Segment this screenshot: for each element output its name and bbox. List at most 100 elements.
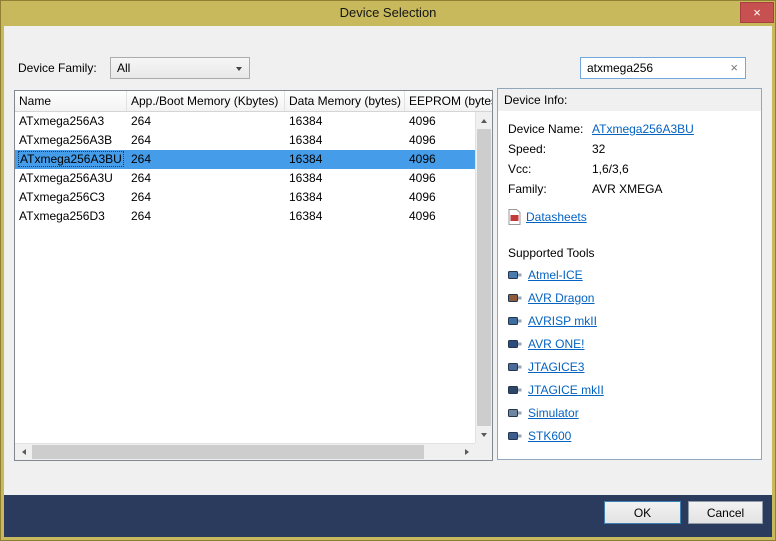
device-selection-dialog: Device Selection × Device Family: All × … <box>0 0 776 541</box>
table-row[interactable]: ATxmega256A3264163844096 <box>15 112 475 131</box>
tool-item[interactable]: AVR Dragon <box>508 286 761 309</box>
table-cell: ATxmega256A3 <box>15 112 127 131</box>
device-info-header: Device Info: <box>498 89 761 111</box>
scroll-left-arrow[interactable] <box>15 444 32 460</box>
column-header-eeprom[interactable]: EEPROM (bytes) <box>405 91 492 111</box>
supported-tools-title: Supported Tools <box>508 243 761 263</box>
tool-link[interactable]: Atmel-ICE <box>528 268 583 282</box>
table-cell: 16384 <box>285 188 405 207</box>
device-info-panel: Device Info: Device Name: ATxmega256A3BU… <box>497 88 762 460</box>
table-cell: ATxmega256C3 <box>15 188 127 207</box>
triangle-down-icon <box>481 433 487 437</box>
datasheets-row[interactable]: Datasheets <box>508 207 761 227</box>
table-cell: 264 <box>127 131 285 150</box>
horizontal-scrollbar[interactable] <box>15 443 475 460</box>
close-button[interactable]: × <box>740 2 774 23</box>
chevron-down-icon <box>236 67 242 71</box>
table-cell: 264 <box>127 112 285 131</box>
search-clear-icon[interactable]: × <box>730 58 738 78</box>
dialog-body: Device Family: All × Name App./Boot Memo… <box>4 26 772 537</box>
speed-value: 32 <box>592 139 605 159</box>
pdf-icon <box>508 209 521 225</box>
jtagice3-icon <box>508 361 522 372</box>
device-table: Name App./Boot Memory (Kbytes) Data Memo… <box>14 90 493 461</box>
tool-link[interactable]: AVR ONE! <box>528 337 584 351</box>
triangle-up-icon <box>481 119 487 123</box>
triangle-left-icon <box>22 449 26 455</box>
table-cell: 4096 <box>405 131 475 150</box>
table-cell: ATxmega256A3BU <box>15 150 127 169</box>
vertical-scrollbar[interactable] <box>475 112 492 443</box>
stk600-icon <box>508 430 522 441</box>
column-header-name[interactable]: Name <box>15 91 127 111</box>
search-input[interactable] <box>581 58 745 78</box>
table-row[interactable]: ATxmega256D3264163844096 <box>15 207 475 226</box>
scroll-up-arrow[interactable] <box>476 112 492 129</box>
horizontal-scroll-thumb[interactable] <box>32 445 424 459</box>
family-label: Family: <box>508 179 592 199</box>
tool-link[interactable]: AVR Dragon <box>528 291 594 305</box>
simulator-icon <box>508 407 522 418</box>
table-cell: 4096 <box>405 112 475 131</box>
tool-item[interactable]: AVR ONE! <box>508 332 761 355</box>
ok-button[interactable]: OK <box>604 501 681 524</box>
titlebar[interactable]: Device Selection <box>0 0 776 26</box>
close-icon: × <box>753 5 761 20</box>
table-row[interactable]: ATxmega256A3BU264163844096 <box>15 150 475 169</box>
device-name-link[interactable]: ATxmega256A3BU <box>592 119 694 139</box>
triangle-right-icon <box>465 449 469 455</box>
tool-item[interactable]: JTAGICE mkII <box>508 378 761 401</box>
column-header-data-memory[interactable]: Data Memory (bytes) <box>285 91 405 111</box>
tool-link[interactable]: JTAGICE mkII <box>528 383 604 397</box>
table-cell: 16384 <box>285 207 405 226</box>
device-info-body: Device Name: ATxmega256A3BU Speed: 32 Vc… <box>498 111 761 459</box>
table-row[interactable]: ATxmega256C3264163844096 <box>15 188 475 207</box>
vcc-row: Vcc: 1,6/3,6 <box>508 159 761 179</box>
device-name-label: Device Name: <box>508 119 592 139</box>
tool-link[interactable]: Simulator <box>528 406 579 420</box>
table-cell: 264 <box>127 207 285 226</box>
tool-item[interactable]: Simulator <box>508 401 761 424</box>
table-cell: 16384 <box>285 131 405 150</box>
table-cell: 16384 <box>285 169 405 188</box>
table-cell: ATxmega256A3U <box>15 169 127 188</box>
table-cell: 264 <box>127 150 285 169</box>
family-row: Family: AVR XMEGA <box>508 179 761 199</box>
speed-label: Speed: <box>508 139 592 159</box>
tool-item[interactable]: STK600 <box>508 424 761 447</box>
device-table-body: ATxmega256A3264163844096ATxmega256A3B264… <box>15 112 475 443</box>
tool-item[interactable]: Atmel-ICE <box>508 263 761 286</box>
tool-item[interactable]: AVRISP mkII <box>508 309 761 332</box>
device-family-select[interactable]: All <box>110 57 250 79</box>
table-cell: 264 <box>127 188 285 207</box>
avrisp-mkii-icon <box>508 315 522 326</box>
table-row[interactable]: ATxmega256A3B264163844096 <box>15 131 475 150</box>
cancel-button[interactable]: Cancel <box>688 501 763 524</box>
search-box: × <box>580 57 746 79</box>
scroll-down-arrow[interactable] <box>476 426 492 443</box>
speed-row: Speed: 32 <box>508 139 761 159</box>
scroll-right-arrow[interactable] <box>458 444 475 460</box>
table-cell: 4096 <box>405 207 475 226</box>
tools-list: Atmel-ICE AVR Dragon AVRISP mkII AVR ONE! JT… <box>508 263 761 447</box>
table-cell: 16384 <box>285 150 405 169</box>
table-cell: 4096 <box>405 150 475 169</box>
jtagice-mkii-icon <box>508 384 522 395</box>
tool-link[interactable]: JTAGICE3 <box>528 360 584 374</box>
device-family-value: All <box>111 61 130 75</box>
footer-bar: OK Cancel <box>4 495 772 537</box>
avr-one-icon <box>508 338 522 349</box>
table-cell: 4096 <box>405 169 475 188</box>
tool-item[interactable]: JTAGICE3 <box>508 355 761 378</box>
datasheets-link[interactable]: Datasheets <box>526 210 587 224</box>
tool-link[interactable]: STK600 <box>528 429 571 443</box>
table-row[interactable]: ATxmega256A3U264163844096 <box>15 169 475 188</box>
device-family-label: Device Family: <box>18 57 97 79</box>
column-header-app-boot-memory[interactable]: App./Boot Memory (Kbytes) <box>127 91 285 111</box>
family-value: AVR XMEGA <box>592 179 662 199</box>
vcc-value: 1,6/3,6 <box>592 159 629 179</box>
vertical-scroll-thumb[interactable] <box>477 129 491 426</box>
vcc-label: Vcc: <box>508 159 592 179</box>
tool-link[interactable]: AVRISP mkII <box>528 314 597 328</box>
table-cell: 16384 <box>285 112 405 131</box>
